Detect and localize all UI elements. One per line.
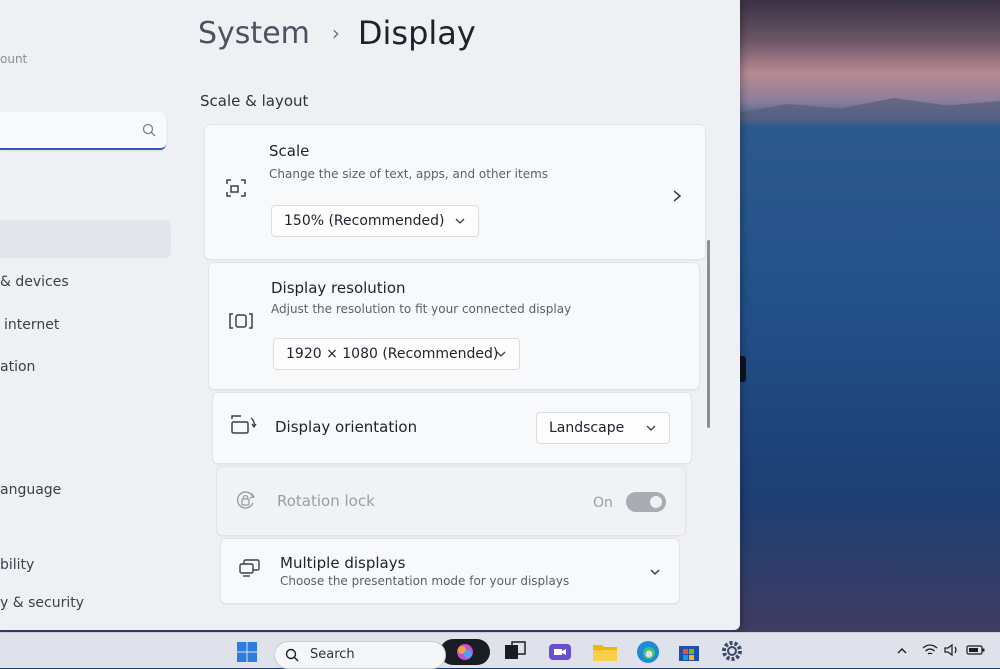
page-title: Display — [357, 14, 476, 52]
search-icon — [142, 123, 156, 137]
chevron-down-icon[interactable] — [649, 566, 661, 578]
multiple-displays-title: Multiple displays — [280, 554, 406, 572]
orientation-title: Display orientation — [275, 418, 418, 436]
volume-icon[interactable] — [944, 643, 960, 657]
windows-start-icon[interactable] — [236, 641, 258, 663]
chevron-right-icon[interactable] — [671, 189, 683, 203]
resolution-title: Display resolution — [271, 279, 406, 297]
store-icon[interactable] — [678, 642, 700, 662]
section-title-scale-layout: Scale & layout — [200, 92, 309, 110]
chevron-down-icon — [646, 425, 656, 431]
meet-icon[interactable] — [548, 641, 572, 663]
taskbar — [0, 632, 1000, 668]
wifi-icon[interactable] — [922, 643, 938, 657]
display-orientation-icon — [231, 415, 257, 434]
edge-browser-icon[interactable] — [636, 640, 660, 664]
resolution-description: Adjust the resolution to fit your connec… — [271, 302, 572, 316]
settings-window: ount & devices internet ation anguage bi… — [0, 0, 740, 630]
scale-icon — [226, 179, 246, 197]
resolution-dropdown[interactable]: 1920 × 1080 (Recommended) — [273, 338, 520, 370]
multiple-displays-icon — [239, 559, 260, 577]
sidebar-item-accessibility[interactable]: bility — [0, 557, 34, 573]
sidebar-item-time-language[interactable]: anguage — [0, 482, 61, 498]
sidebar-item-privacy-security[interactable]: y & security — [0, 595, 84, 611]
taskbar-search-label: Search — [310, 647, 355, 662]
scrollbar[interactable] — [707, 240, 710, 428]
rotation-lock-icon — [236, 491, 256, 509]
battery-icon[interactable] — [966, 643, 986, 657]
breadcrumb-system[interactable]: System — [198, 16, 310, 51]
task-view-icon[interactable] — [504, 641, 526, 661]
account-label: ount — [0, 52, 28, 66]
orientation-dropdown[interactable]: Landscape — [536, 412, 670, 444]
rotation-lock-state: On — [593, 495, 613, 511]
orientation-card: Display orientation Landscape — [212, 392, 692, 464]
sidebar-item-system[interactable] — [0, 220, 171, 258]
settings-search-box[interactable] — [0, 112, 166, 150]
settings-gear-icon[interactable] — [720, 639, 744, 663]
scale-dropdown[interactable]: 150% (Recommended) — [271, 205, 479, 237]
scale-title: Scale — [269, 142, 310, 160]
sidebar-item-devices[interactable]: & devices — [0, 274, 69, 290]
rotation-lock-toggle[interactable] — [626, 492, 666, 512]
rotation-lock-card: Rotation lock On — [216, 466, 686, 536]
resolution-card: Display resolution Adjust the resolution… — [208, 262, 700, 390]
breadcrumb-separator: › — [331, 21, 340, 45]
chevron-down-icon — [455, 218, 465, 224]
search-icon — [285, 648, 299, 662]
sidebar-item-network[interactable]: internet — [4, 317, 59, 333]
sidebar: ount & devices internet ation anguage bi… — [0, 0, 190, 630]
display-resolution-icon — [229, 313, 253, 329]
multiple-displays-description: Choose the presentation mode for your di… — [280, 574, 570, 588]
multiple-displays-card[interactable]: Multiple displays Choose the presentatio… — [220, 538, 680, 604]
taskbar-search-box[interactable]: Search — [274, 641, 446, 669]
orientation-dropdown-value: Landscape — [549, 420, 625, 436]
resolution-dropdown-value: 1920 × 1080 (Recommended) — [286, 346, 499, 362]
chevron-up-icon[interactable] — [896, 645, 908, 657]
copilot-icon[interactable] — [440, 639, 490, 665]
rotation-lock-title: Rotation lock — [277, 492, 375, 510]
chevron-down-icon — [496, 351, 506, 357]
file-explorer-icon[interactable] — [592, 642, 618, 662]
breadcrumb: System › Display — [198, 14, 476, 52]
scale-card[interactable]: Scale Change the size of text, apps, and… — [204, 124, 706, 260]
scale-description: Change the size of text, apps, and other… — [269, 167, 549, 181]
sidebar-item-personalization[interactable]: ation — [0, 359, 35, 375]
scale-dropdown-value: 150% (Recommended) — [284, 213, 445, 229]
